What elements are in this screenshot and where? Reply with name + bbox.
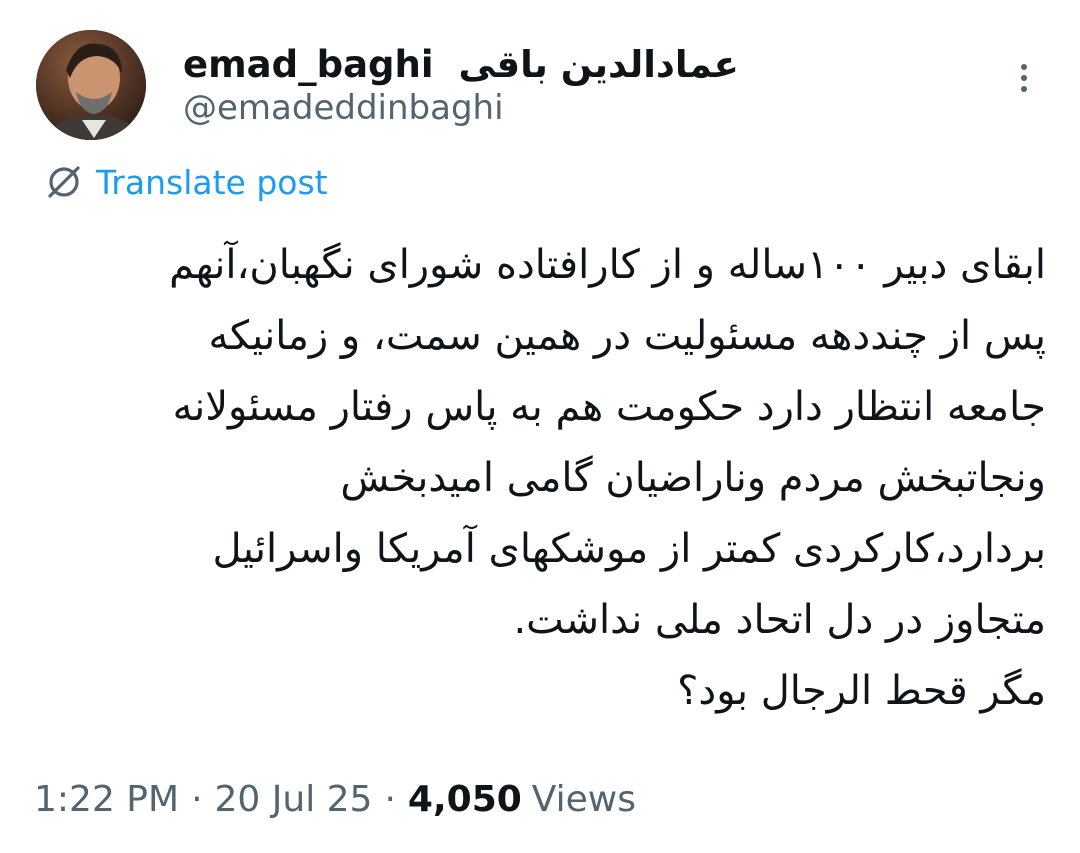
more-options-button[interactable]: [1004, 58, 1044, 98]
views-label: Views: [531, 778, 636, 820]
tweet-date[interactable]: 20 Jul 25: [215, 779, 373, 820]
author-display-name-latin: emad_baghi: [183, 42, 434, 86]
tweet-time[interactable]: 1:22 PM: [34, 779, 179, 820]
more-vertical-icon: [1021, 64, 1027, 70]
author-name-row[interactable]: emad_baghi عمادالدین باقی: [183, 40, 739, 88]
tweet-line: ونجاتبخش مردم وناراضیان گامی امیدبخش: [340, 455, 1046, 501]
tweet-meta: 1:22 PM · 20 Jul 25 · 4,050 Views: [34, 774, 636, 824]
author-display-name-persian: عمادالدین باقی: [458, 42, 739, 86]
avatar-image: [36, 30, 146, 140]
author-handle[interactable]: @emadeddinbaghi: [183, 88, 504, 128]
translate-globe-icon: [48, 166, 80, 198]
meta-separator: ·: [384, 778, 396, 820]
meta-separator: ·: [191, 778, 203, 820]
translate-post-link[interactable]: Translate post: [44, 160, 328, 204]
tweet-line: مگر قحط الرجال بود؟: [677, 668, 1046, 714]
tweet-line: ابقای دبیر ۱۰۰ساله و از کارافتاده شورای …: [169, 242, 1046, 288]
translate-post-label: Translate post: [96, 162, 328, 202]
author-display-name[interactable]: emad_baghi عمادالدین باقی: [183, 43, 739, 86]
tweet-line: پس از چنددهه مسئولیت در همین سمت، و زمان…: [208, 313, 1046, 359]
tweet-text: ابقای دبیر ۱۰۰ساله و از کارافتاده شورای …: [40, 230, 1046, 727]
avatar[interactable]: [36, 30, 146, 140]
tweet-line: متجاوز در دل اتحاد ملی نداشت.: [513, 597, 1046, 643]
tweet-line: جامعه انتظار دارد حکومت هم به پاس رفتار …: [172, 384, 1046, 430]
views-count: 4,050: [407, 778, 522, 820]
tweet-line: بردارد،کارکردی کمتر از موشکهای آمریکا وا…: [212, 526, 1046, 572]
